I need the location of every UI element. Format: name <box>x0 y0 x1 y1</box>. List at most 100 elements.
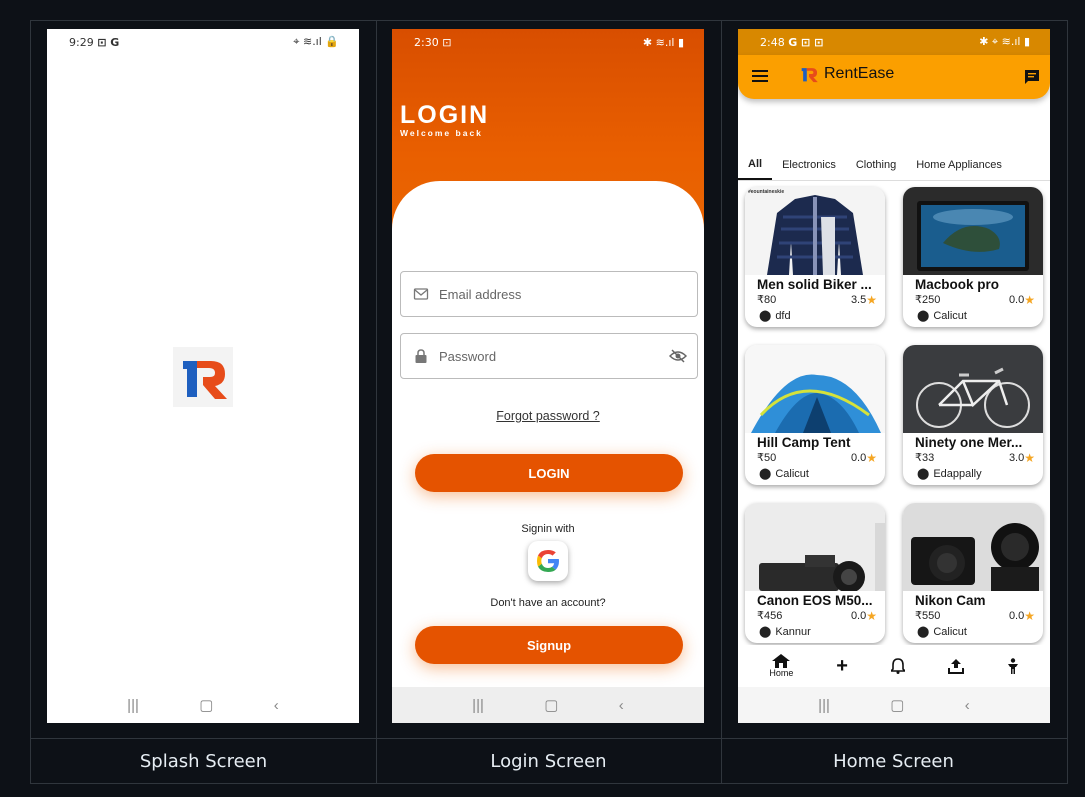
signup-button[interactable]: Signup <box>415 626 683 664</box>
google-icon <box>537 550 559 572</box>
recent-apps-icon[interactable]: ||| <box>472 697 484 714</box>
form-card <box>392 181 704 696</box>
location-text: dfd <box>775 309 791 322</box>
status-time: 2:30 <box>414 35 439 49</box>
email-placeholder: Email address <box>439 286 522 302</box>
location-text: Calicut <box>933 309 967 322</box>
recent-apps-icon[interactable]: ||| <box>127 697 139 714</box>
product-location: ⬤ Calicut <box>917 625 967 639</box>
home-circle-icon[interactable]: ▢ <box>890 696 904 714</box>
rating-value: 0.0 <box>1008 294 1025 306</box>
location-text: Edappally <box>933 467 982 480</box>
product-rating: 3.0 ★ <box>1009 451 1035 465</box>
status-icons: ⊡ G <box>97 35 120 49</box>
forgot-password-link[interactable]: Forgot password ? <box>392 409 704 423</box>
location-text: Calicut <box>933 625 967 638</box>
login-caption: Login Screen <box>490 751 607 772</box>
product-rating: 0.0 ★ <box>1009 293 1035 307</box>
home-caption: Home Screen <box>833 751 954 772</box>
no-account-label: Don't have an account? <box>490 597 606 609</box>
home-circle-icon[interactable]: ▢ <box>199 696 213 714</box>
back-icon[interactable]: ‹ <box>619 697 624 714</box>
product-title: Macbook pro <box>915 277 1000 292</box>
product-location: ⬤ Calicut <box>917 309 967 323</box>
login-button[interactable]: LOGIN <box>415 454 683 492</box>
home-screen: 2:48 G ⊡ ⊡ ✱ ⌖ ≋.ıl ▮ RentEase All Elect… <box>738 29 1050 723</box>
location-text: Kannur <box>775 625 811 638</box>
product-card[interactable]: Hill Camp Tent ₹50 0.0 ★ ⬤ Calicut <box>745 345 885 485</box>
product-card[interactable]: Canon EOS M50... ₹456 0.0 ★ ⬤ Kannur <box>745 503 885 643</box>
status-icons: ⊡ <box>442 35 452 49</box>
system-nav-bar: ||| ▢ ‹ <box>738 687 1050 723</box>
status-right-icons: ⌖ ≋.ıl 🔒 <box>293 35 339 48</box>
system-nav-bar: ||| ▢ ‹ <box>392 687 704 723</box>
divider <box>31 738 1067 739</box>
product-price: ₹33 <box>915 452 935 464</box>
product-rating: 0.0 ★ <box>851 451 877 465</box>
status-bar: 2:48 G ⊡ ⊡ ✱ ⌖ ≋.ıl ▮ <box>738 29 1050 55</box>
location-text: Calicut <box>775 467 809 480</box>
login-screen: 2:30 ⊡ ✱ ≋.ıl ▮ LOGIN Welcome back Email… <box>392 29 704 723</box>
location-pin-icon: ⬤ <box>917 310 930 322</box>
product-card[interactable]: Macbook pro ₹250 0.0 ★ ⬤ Calicut <box>903 187 1043 327</box>
status-right-icons: ✱ ⌖ ≋.ıl ▮ <box>979 35 1030 48</box>
chat-icon[interactable] <box>1024 69 1040 85</box>
rating-value: 0.0 <box>850 452 867 464</box>
star-icon: ★ <box>866 293 877 307</box>
tab-home-appliances[interactable]: Home Appliances <box>906 149 1012 180</box>
rating-value: 0.0 <box>850 610 867 622</box>
product-title: Ninety one Mer... <box>915 435 1023 450</box>
location-pin-icon: ⬤ <box>759 310 772 322</box>
product-price: ₹50 <box>757 452 777 464</box>
rating-value: 0.0 <box>1008 610 1025 622</box>
product-card[interactable]: Nikon Cam ₹550 0.0 ★ ⬤ Calicut <box>903 503 1043 643</box>
signin-with-label: Signin with <box>521 523 575 535</box>
image-watermark: #eountaineskie <box>748 189 785 195</box>
tab-clothing[interactable]: Clothing <box>846 149 906 180</box>
upload-icon <box>947 659 964 674</box>
tab-electronics[interactable]: Electronics <box>772 149 846 180</box>
category-tabs: All Electronics Clothing Home Appliances <box>738 149 1050 181</box>
nav-profile[interactable] <box>1007 658 1019 674</box>
product-title: Hill Camp Tent <box>757 435 851 450</box>
email-field[interactable]: Email address <box>400 271 698 317</box>
status-bar: 2:30 ⊡ ✱ ≋.ıl ▮ <box>392 29 704 55</box>
back-icon[interactable]: ‹ <box>965 697 970 714</box>
location-pin-icon: ⬤ <box>759 626 772 638</box>
product-rating: 0.0 ★ <box>851 609 877 623</box>
home-icon <box>772 654 791 668</box>
app-logo <box>173 347 233 407</box>
app-name: RentEase <box>824 65 895 82</box>
product-image: #eountaineskie <box>745 187 885 275</box>
product-card[interactable]: Ninety one Mer... ₹33 3.0 ★ ⬤ Edappally <box>903 345 1043 485</box>
tab-all[interactable]: All <box>738 149 773 180</box>
plus-icon: + <box>836 654 848 677</box>
product-card[interactable]: #eountaineskie Men solid Biker ... ₹80 3… <box>745 187 885 327</box>
password-placeholder: Password <box>439 348 497 364</box>
status-bar: 9:29 ⊡ G ⌖ ≋.ıl 🔒 <box>47 29 359 55</box>
menu-icon[interactable] <box>752 69 768 83</box>
page-title: LOGIN <box>400 101 490 129</box>
password-field[interactable]: Password <box>400 333 698 379</box>
divider <box>721 21 722 783</box>
nav-upload[interactable] <box>947 658 964 674</box>
nav-home-label: Home <box>769 668 794 678</box>
product-grid: #eountaineskie Men solid Biker ... ₹80 3… <box>745 187 1043 643</box>
splash-caption: Splash Screen <box>139 751 268 772</box>
product-location: ⬤ Kannur <box>759 625 811 639</box>
google-signin-button[interactable] <box>528 541 568 581</box>
home-circle-icon[interactable]: ▢ <box>544 696 558 714</box>
product-location: ⬤ dfd <box>759 309 791 323</box>
nav-add[interactable]: + <box>836 655 848 678</box>
product-price: ₹550 <box>915 610 941 622</box>
star-icon: ★ <box>1024 293 1035 307</box>
nav-home[interactable]: Home <box>769 654 793 678</box>
recent-apps-icon[interactable]: ||| <box>818 697 830 714</box>
back-icon[interactable]: ‹ <box>274 697 279 714</box>
product-rating: 3.5 ★ <box>851 293 877 307</box>
nav-notifications[interactable] <box>890 658 905 674</box>
page-subtitle: Welcome back <box>400 128 483 138</box>
splash-screen: 9:29 ⊡ G ⌖ ≋.ıl 🔒 ||| ▢ ‹ <box>47 29 359 723</box>
eye-off-icon[interactable] <box>669 348 687 364</box>
app-logo-icon <box>801 68 818 83</box>
